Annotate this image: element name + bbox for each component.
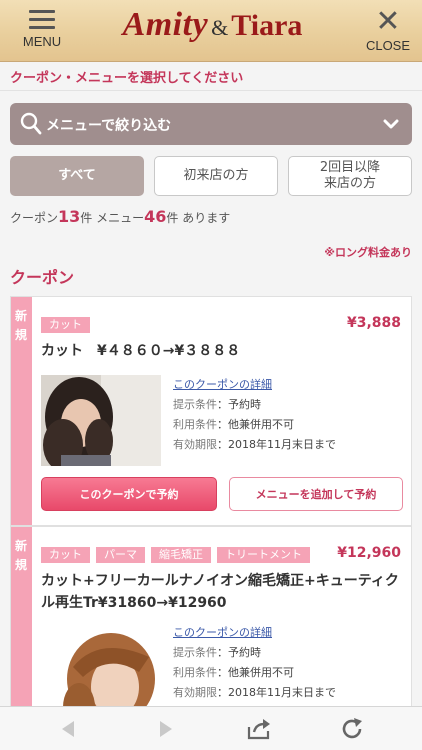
- coupon-tag: カット: [41, 317, 90, 333]
- condition-row: 提示条件：予約時: [173, 646, 261, 659]
- tab-all[interactable]: すべて: [10, 156, 144, 196]
- logo-ampersand: &: [211, 15, 229, 40]
- coupon-title: カット ¥４８６０→¥３８８８: [41, 343, 241, 359]
- menu-count-unit: 件: [166, 211, 179, 225]
- browser-toolbar: [0, 706, 422, 750]
- coupon-tag: 縮毛矯正: [151, 547, 211, 563]
- menu-label: MENU: [22, 34, 62, 49]
- usage-row: 利用条件：他兼併用不可: [173, 666, 294, 679]
- coupon-tags: カット パーマ 縮毛矯正 トリートメント: [41, 543, 316, 563]
- coupon-details: このクーポンの詳細 提示条件：予約時 利用条件：他兼併用不可 有効期限：2018…: [173, 623, 336, 703]
- reload-icon[interactable]: [340, 717, 366, 741]
- divider: [0, 90, 422, 91]
- coupon-tag: パーマ: [96, 547, 145, 563]
- usage-value: 他兼併用不可: [228, 418, 294, 431]
- coupon-card: 新規 カット ¥3,888 カット ¥４８６０→¥３８８８ このクーポンの詳細 …: [10, 296, 412, 526]
- close-icon: ✕: [375, 4, 401, 39]
- close-label: CLOSE: [365, 38, 411, 53]
- usage-value: 他兼併用不可: [228, 666, 294, 679]
- long-hair-note: ※ロング料金あり: [324, 246, 412, 259]
- back-arrow-icon[interactable]: [56, 717, 82, 741]
- chevron-down-icon: [383, 119, 399, 129]
- hairstyle-photo: [41, 375, 161, 466]
- coupon-title: カット+フリーカールナノイオン縮毛矯正+キューティクル再生Tr¥31860→¥1…: [41, 573, 399, 611]
- search-icon: [20, 112, 42, 135]
- expiry-value: 2018年11月末日まで: [228, 438, 336, 451]
- coupon-card: 新規 カット パーマ 縮毛矯正 トリートメント ¥12,960 カット+フリーカールナ…: [10, 526, 412, 727]
- coupon-photo: [41, 375, 161, 466]
- coupon-price: ¥12,960: [337, 545, 401, 561]
- coupon-detail-link[interactable]: このクーポンの詳細: [173, 375, 336, 395]
- menu-filter-dropdown[interactable]: メニューで絞り込む: [10, 103, 412, 145]
- expiry-value: 2018年11月末日まで: [228, 686, 336, 699]
- share-icon[interactable]: [246, 717, 272, 741]
- forward-arrow-icon[interactable]: [152, 717, 178, 741]
- new-badge-label: 新規: [14, 539, 27, 572]
- counts-suffix: あります: [182, 211, 231, 225]
- menu-count: 46: [144, 207, 167, 226]
- menu-count-label: メニュー: [96, 211, 145, 225]
- coupon-tag: カット: [41, 547, 90, 563]
- coupon-details: このクーポンの詳細 提示条件：予約時 利用条件：他兼併用不可 有効期限：2018…: [173, 375, 336, 455]
- app-header: MENU Amity & Tiara ✕ CLOSE: [0, 0, 422, 62]
- new-badge: 新規: [11, 527, 32, 726]
- coupon-count-label: クーポン: [10, 211, 59, 225]
- usage-label: 利用条件: [173, 418, 217, 431]
- coupon-count-unit: 件: [80, 211, 93, 225]
- expiry-row: 有効期限：2018年11月末日まで: [173, 686, 336, 699]
- close-button[interactable]: ✕ CLOSE: [362, 6, 414, 56]
- new-badge: 新規: [11, 297, 32, 525]
- coupon-price: ¥3,888: [346, 315, 401, 331]
- brand-logo: Amity & Tiara: [90, 6, 335, 56]
- tab-repeat-line2: 来店の方: [323, 176, 376, 191]
- reserve-with-coupon-button[interactable]: このクーポンで予約: [41, 477, 217, 511]
- tab-repeat-line1: 2回目以降: [319, 160, 381, 175]
- logo-word-1: Amity: [122, 6, 209, 43]
- section-title-coupon: クーポン: [10, 268, 75, 287]
- coupon-count: 13: [58, 207, 81, 226]
- tab-repeat-visit[interactable]: 2回目以降 来店の方: [288, 156, 412, 196]
- tab-first-visit[interactable]: 初来店の方: [154, 156, 278, 196]
- page-instruction: クーポン・メニューを選択してください: [10, 71, 244, 86]
- usage-label: 利用条件: [173, 666, 217, 679]
- expiry-row: 有効期限：2018年11月末日まで: [173, 438, 336, 451]
- hamburger-icon: [29, 10, 55, 29]
- logo-word-2: Tiara: [231, 9, 303, 42]
- condition-value: 予約時: [228, 646, 261, 659]
- menu-button[interactable]: MENU: [14, 8, 70, 56]
- new-badge-label: 新規: [14, 309, 27, 342]
- result-counts: クーポン13件 メニュー46件 あります: [10, 207, 230, 226]
- expiry-label: 有効期限: [173, 686, 217, 699]
- condition-label: 提示条件: [173, 646, 217, 659]
- usage-row: 利用条件：他兼併用不可: [173, 418, 294, 431]
- condition-value: 予約時: [228, 398, 261, 411]
- expiry-label: 有効期限: [173, 438, 217, 451]
- coupon-tag: トリートメント: [217, 547, 310, 563]
- condition-label: 提示条件: [173, 398, 217, 411]
- coupon-tags: カット: [41, 313, 96, 333]
- filter-label: メニューで絞り込む: [46, 118, 172, 134]
- condition-row: 提示条件：予約時: [173, 398, 261, 411]
- coupon-detail-link[interactable]: このクーポンの詳細: [173, 623, 336, 643]
- add-menu-reserve-button[interactable]: メニューを追加して予約: [229, 477, 403, 511]
